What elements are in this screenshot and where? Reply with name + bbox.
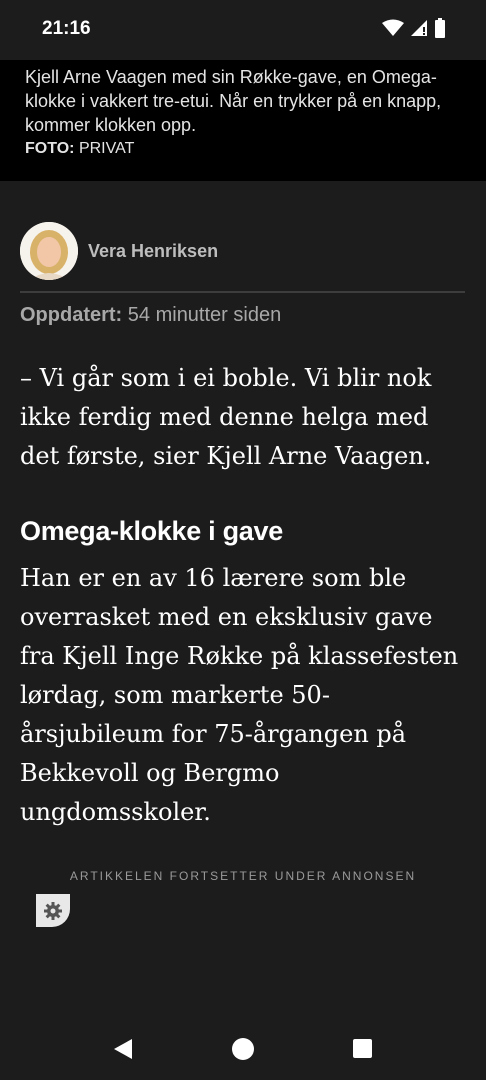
signal-icon (411, 20, 427, 36)
author-name[interactable]: Vera Henriksen (88, 241, 218, 262)
avatar[interactable] (20, 222, 78, 280)
gear-icon (44, 901, 62, 920)
article-paragraph-2: Han er en av 16 lærere som ble overraske… (20, 564, 459, 826)
recents-icon[interactable] (352, 1038, 373, 1059)
battery-icon (435, 18, 445, 38)
status-time: 21:16 (42, 18, 91, 39)
home-icon[interactable] (231, 1037, 255, 1061)
status-icons (382, 18, 446, 38)
updated-label: Oppdatert: (20, 304, 123, 326)
photo-credit-label: FOTO: (25, 140, 75, 157)
wifi-icon (382, 19, 404, 36)
photo-credit-value: PRIVAT (78, 140, 135, 157)
status-bar: 21:16 (0, 0, 486, 60)
updated-timestamp: Oppdatert: 54 minutter siden (20, 304, 281, 327)
navigation-bar (0, 1018, 486, 1080)
back-icon[interactable] (112, 1038, 134, 1060)
photo-caption: Kjell Arne Vaagen med sin Røkke-gave, en… (0, 60, 486, 181)
updated-value: 54 minutter siden (127, 304, 282, 326)
caption-text: Kjell Arne Vaagen med sin Røkke-gave, en… (25, 67, 442, 135)
ad-settings-button[interactable] (36, 894, 70, 927)
article-paragraph: – Vi går som i ei boble. Vi blir nok ikk… (20, 364, 432, 470)
byline-divider (20, 291, 465, 293)
ad-notice: ARTIKKELEN FORTSETTER UNDER ANNONSEN (69, 869, 417, 883)
author-byline[interactable]: Vera Henriksen (20, 222, 218, 280)
photo-credit: FOTO: PRIVAT (25, 140, 134, 158)
article-subheading: Omega-klokke i gave (20, 516, 283, 546)
